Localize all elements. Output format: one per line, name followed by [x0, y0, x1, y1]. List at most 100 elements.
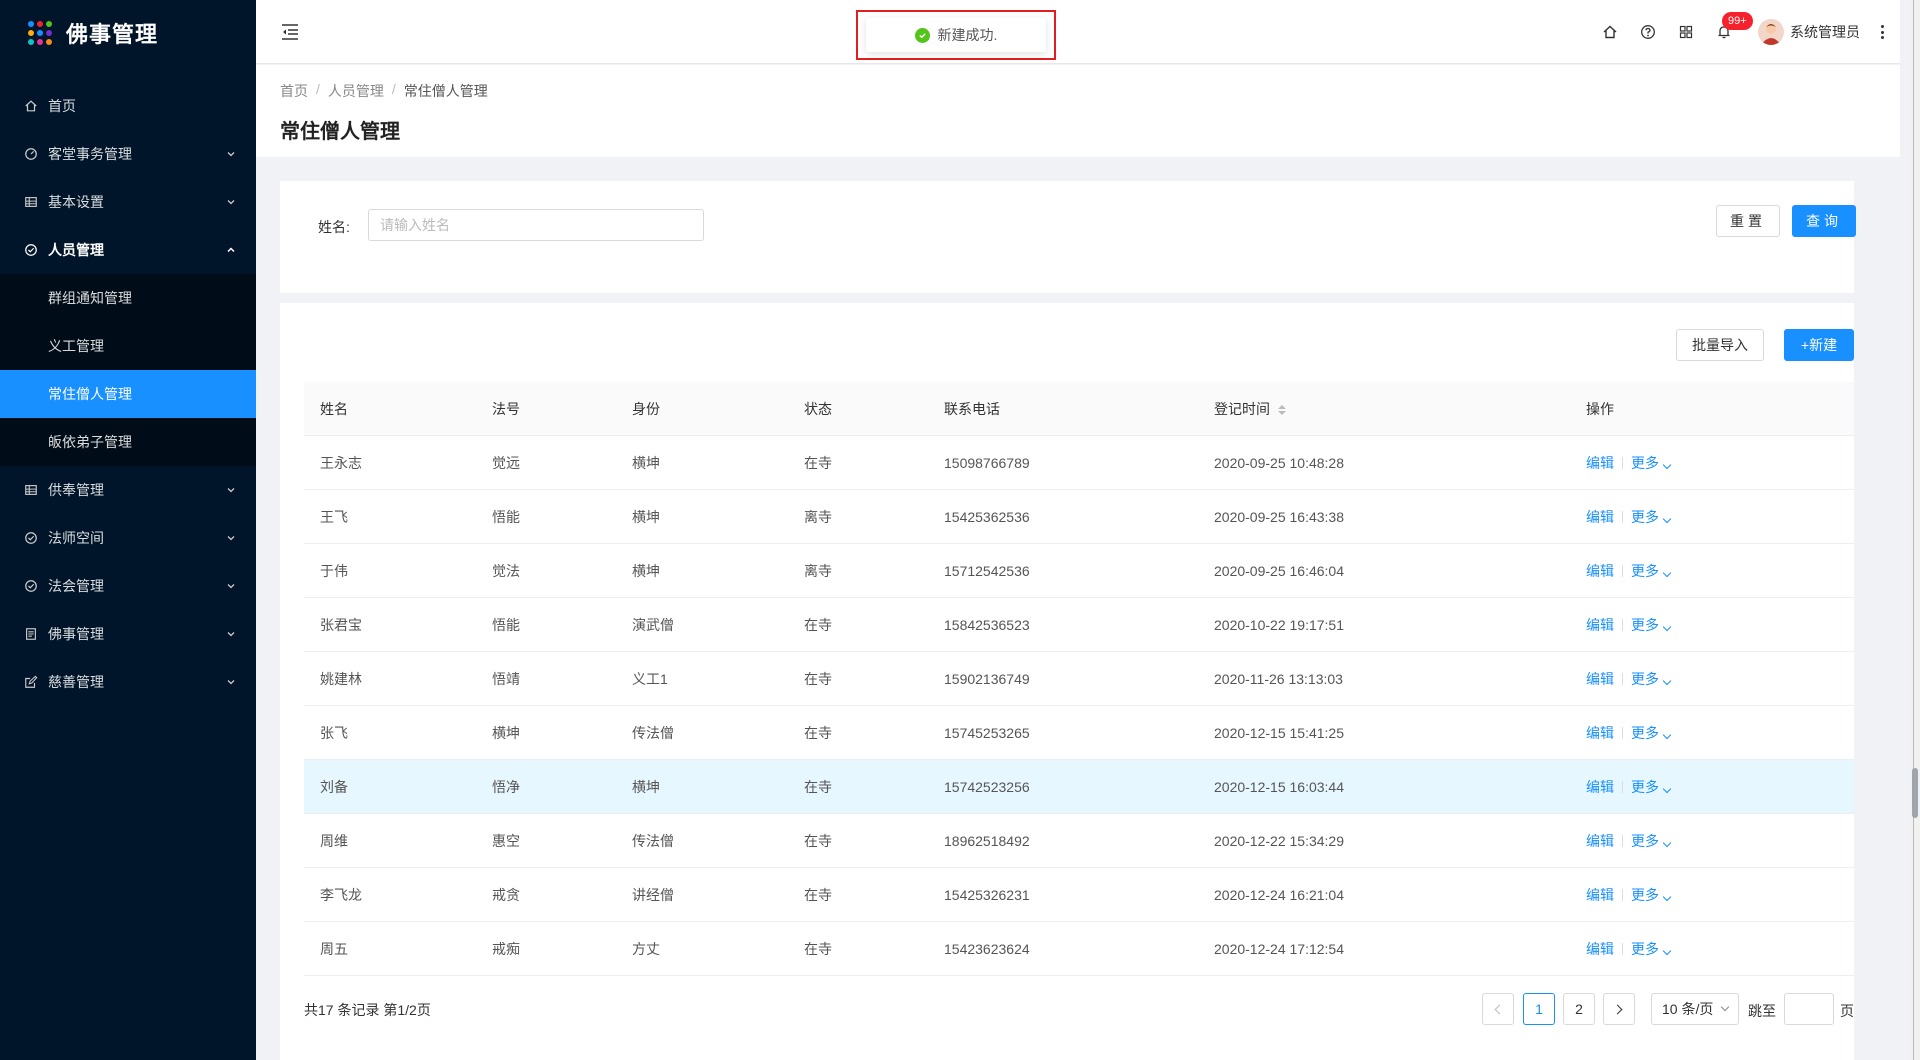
edit-link[interactable]: 编辑	[1586, 885, 1614, 905]
divider	[1622, 888, 1623, 901]
scrollbar-thumb[interactable]	[1912, 768, 1918, 818]
next-page-button[interactable]	[1603, 993, 1635, 1025]
apps-icon[interactable]	[1668, 14, 1704, 50]
more-dropdown[interactable]: 更多	[1631, 615, 1672, 635]
sidebar-item-basic-settings[interactable]: 基本设置	[0, 178, 256, 226]
edit-link[interactable]: 编辑	[1586, 939, 1614, 959]
table-row[interactable]: 王飞 悟能 横坤 离寺 15425362536 2020-09-25 16:43:38 编辑…	[304, 490, 1854, 544]
sidebar-item-volunteers[interactable]: 义工管理	[0, 322, 256, 370]
cell-name: 张飞	[320, 724, 348, 741]
table-row[interactable]: 于伟 觉法 横坤 离寺 15712542536 2020-09-25 16:46:04 编辑…	[304, 544, 1854, 598]
prev-page-button[interactable]	[1482, 993, 1514, 1025]
cell-identity: 演武僧	[632, 616, 674, 633]
sidebar-item-dharma-assembly[interactable]: 法会管理	[0, 562, 256, 610]
cell-name: 王永志	[320, 454, 362, 471]
sort-icon[interactable]	[1278, 404, 1286, 415]
scrollbar[interactable]	[1910, 0, 1920, 1060]
new-button[interactable]: +新建	[1784, 329, 1854, 361]
bell-icon[interactable]: 99+	[1706, 12, 1753, 50]
cell-name: 周五	[320, 940, 348, 957]
name-search-input[interactable]	[368, 209, 704, 241]
page-title: 常住僧人管理	[280, 121, 400, 143]
more-dropdown[interactable]: 更多	[1631, 561, 1672, 581]
table-row[interactable]: 姚建林 悟靖 义工1 在寺 15902136749 2020-11-26 13:13:03…	[304, 652, 1854, 706]
more-dropdown[interactable]: 更多	[1631, 723, 1672, 743]
apps-grid-icon	[28, 21, 52, 45]
edit-link[interactable]: 编辑	[1586, 561, 1614, 581]
more-dropdown[interactable]: 更多	[1631, 831, 1672, 851]
cell-status: 在寺	[804, 454, 832, 471]
table-row[interactable]: 王永志 觉远 横坤 在寺 15098766789 2020-09-25 10:48:28 编…	[304, 436, 1854, 490]
edit-link[interactable]: 编辑	[1586, 669, 1614, 689]
edit-link[interactable]: 编辑	[1586, 777, 1614, 797]
edit-link[interactable]: 编辑	[1586, 453, 1614, 473]
edit-link[interactable]: 编辑	[1586, 615, 1614, 635]
more-vertical-icon[interactable]	[1878, 22, 1886, 42]
page-size-select[interactable]: 10 条/页	[1651, 993, 1739, 1025]
sidebar-item-home[interactable]: 首页	[0, 82, 256, 130]
chevron-down-icon	[1662, 676, 1672, 685]
sidebar-item-resident-monks[interactable]: 常住僧人管理	[0, 370, 256, 418]
more-dropdown[interactable]: 更多	[1631, 669, 1672, 689]
home-icon[interactable]	[1592, 14, 1628, 50]
cell-dharma: 悟能	[492, 508, 520, 525]
reset-button[interactable]: 重置	[1716, 205, 1780, 237]
chevron-down-icon	[1662, 514, 1672, 523]
table-row[interactable]: 张飞 横坤 传法僧 在寺 15745253265 2020-12-15 15:41:25 编…	[304, 706, 1854, 760]
col-status: 状态	[804, 400, 832, 417]
query-button[interactable]: 查询	[1792, 205, 1856, 237]
col-register-time[interactable]: 登记时间	[1198, 399, 1570, 419]
edit-link[interactable]: 编辑	[1586, 507, 1614, 527]
cell-time: 2020-12-22 15:34:29	[1214, 832, 1344, 849]
more-dropdown[interactable]: 更多	[1631, 453, 1672, 473]
cell-actions: 编辑 更多	[1570, 777, 1854, 797]
breadcrumb-home[interactable]: 首页	[280, 81, 308, 101]
batch-import-button[interactable]: 批量导入	[1676, 329, 1764, 361]
sidebar-item-group-notice[interactable]: 群组通知管理	[0, 274, 256, 322]
edit-link[interactable]: 编辑	[1586, 831, 1614, 851]
sidebar-item-offerings[interactable]: 供奉管理	[0, 466, 256, 514]
col-name: 姓名	[320, 400, 348, 417]
chevron-down-icon	[1720, 1002, 1730, 1012]
breadcrumb-personnel[interactable]: 人员管理	[328, 81, 384, 101]
more-dropdown[interactable]: 更多	[1631, 885, 1672, 905]
chevron-down-icon	[1662, 730, 1672, 739]
sidebar-item-hall-affairs[interactable]: 客堂事务管理	[0, 130, 256, 178]
chevron-left-icon	[1494, 1004, 1505, 1014]
sidebar-item-buddhist-affairs[interactable]: 佛事管理	[0, 610, 256, 658]
table-row[interactable]: 刘备 悟净 横坤 在寺 15742523256 2020-12-15 16:03:44 编辑…	[304, 760, 1854, 814]
cell-status: 在寺	[804, 670, 832, 687]
help-icon[interactable]	[1630, 14, 1666, 50]
table-row[interactable]: 李飞龙 戒贪 讲经僧 在寺 15425326231 2020-12-24 16:21:04…	[304, 868, 1854, 922]
sidebar-item-master-space[interactable]: 法师空间	[0, 514, 256, 562]
edit-link[interactable]: 编辑	[1586, 723, 1614, 743]
cell-identity: 横坤	[632, 454, 660, 471]
divider	[1622, 510, 1623, 523]
chevron-down-icon	[1662, 838, 1672, 847]
chevron-down-icon	[226, 677, 236, 687]
more-dropdown[interactable]: 更多	[1631, 777, 1672, 797]
jump-page-input[interactable]	[1784, 993, 1834, 1025]
more-dropdown[interactable]: 更多	[1631, 507, 1672, 527]
breadcrumb: 首页 / 人员管理 / 常住僧人管理	[280, 81, 488, 101]
cell-dharma: 戒贪	[492, 886, 520, 903]
cell-name: 李飞龙	[320, 886, 362, 903]
cell-status: 在寺	[804, 724, 832, 741]
logo[interactable]: 佛事管理	[0, 0, 256, 66]
table-row[interactable]: 周五 戒痴 方丈 在寺 15423623624 2020-12-24 17:12:54 编辑…	[304, 922, 1854, 976]
cell-status: 在寺	[804, 832, 832, 849]
avatar[interactable]	[1758, 19, 1784, 45]
username[interactable]: 系统管理员	[1790, 22, 1860, 42]
table-row[interactable]: 周维 惠空 传法僧 在寺 18962518492 2020-12-22 15:34:29 编…	[304, 814, 1854, 868]
cell-status: 离寺	[804, 508, 832, 525]
check-circle-icon	[24, 531, 38, 545]
sidebar-item-personnel[interactable]: 人员管理	[0, 226, 256, 274]
more-dropdown[interactable]: 更多	[1631, 939, 1672, 959]
sidebar-item-disciples[interactable]: 皈依弟子管理	[0, 418, 256, 466]
page-1-button[interactable]: 1	[1523, 993, 1555, 1025]
sidebar-item-charity[interactable]: 慈善管理	[0, 658, 256, 706]
table-row[interactable]: 张君宝 悟能 演武僧 在寺 15842536523 2020-10-22 19:17:51…	[304, 598, 1854, 652]
page-2-button[interactable]: 2	[1563, 993, 1595, 1025]
menu-fold-icon[interactable]	[280, 22, 300, 42]
cell-name: 周维	[320, 832, 348, 849]
